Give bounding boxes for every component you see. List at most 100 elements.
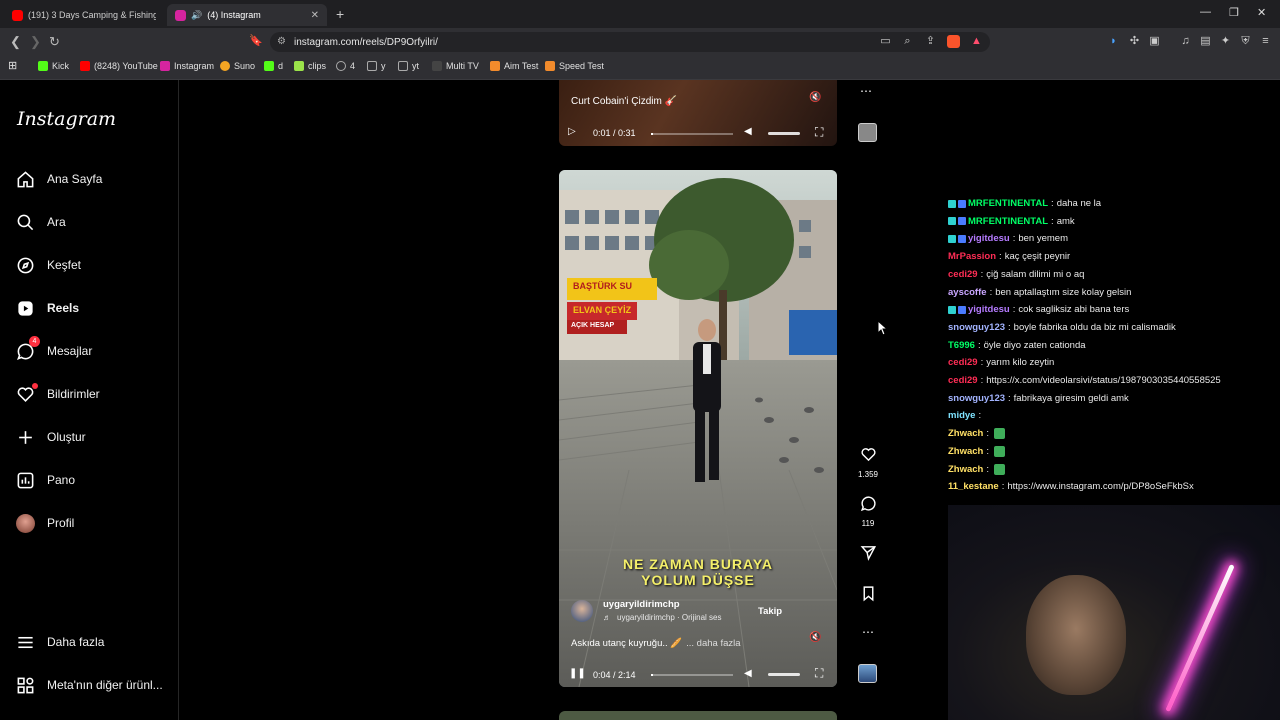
- minimize-icon[interactable]: —: [1200, 6, 1211, 18]
- audio-thumbnail[interactable]: [858, 123, 877, 142]
- bookmark-folder-y[interactable]: y: [367, 61, 386, 71]
- extensions-icon[interactable]: ✣: [1128, 35, 1141, 48]
- chat-username[interactable]: MRFENTINENTAL: [968, 216, 1048, 227]
- zoom-icon[interactable]: ⌕: [901, 35, 914, 48]
- chat-username[interactable]: midye: [948, 410, 975, 421]
- bookmark-icon[interactable]: 🔖: [249, 34, 263, 47]
- chat-username[interactable]: 11_kestane: [948, 481, 999, 492]
- wallet2-icon[interactable]: ▤: [1199, 35, 1212, 48]
- rewards-icon[interactable]: ▲: [970, 35, 983, 48]
- leo-icon[interactable]: ✦: [1219, 35, 1232, 48]
- apps-grid-icon[interactable]: ⊞: [8, 59, 17, 72]
- nav-home[interactable]: Ana Sayfa: [16, 167, 102, 191]
- reel-current[interactable]: BAŞTÜRK SU ELVAN ÇEYİZ AÇIK HESAP NE ZAM…: [559, 170, 837, 687]
- cast-icon[interactable]: ▭: [879, 35, 892, 48]
- nav-messages[interactable]: 4 Mesajlar: [16, 336, 92, 363]
- music-icon[interactable]: ♫: [1179, 35, 1192, 48]
- sidebar-icon[interactable]: ▣: [1148, 35, 1161, 48]
- reel-next[interactable]: [559, 711, 837, 720]
- progress-bar[interactable]: [651, 133, 733, 135]
- nav-dashboard[interactable]: Pano: [16, 468, 75, 492]
- tab-youtube[interactable]: (191) 3 Days Camping & Fishing Ala...: [4, 4, 164, 26]
- reel-caption[interactable]: Askıda utanç kuyruğu.. 🥖 ... daha fazla: [571, 638, 741, 649]
- share-button[interactable]: [857, 544, 879, 566]
- fullscreen-icon[interactable]: ⛶: [815, 666, 823, 681]
- new-tab-button[interactable]: +: [336, 6, 344, 22]
- chat-username[interactable]: T6996: [948, 340, 975, 351]
- more-link[interactable]: ... daha fazla: [686, 638, 740, 649]
- nav-explore[interactable]: Keşfet: [16, 253, 81, 277]
- follow-button[interactable]: Takip: [758, 606, 782, 617]
- bookmark-d[interactable]: d: [264, 61, 283, 71]
- audio-thumbnail[interactable]: [858, 664, 877, 683]
- mute-icon[interactable]: 🔇: [809, 632, 821, 643]
- volume-icon[interactable]: ◀: [744, 668, 752, 679]
- bookmark-suno[interactable]: Suno: [220, 61, 255, 71]
- forward-icon[interactable]: ❯: [30, 34, 41, 50]
- fullscreen-icon[interactable]: ⛶: [815, 125, 823, 140]
- chat-username[interactable]: cedi29: [948, 357, 978, 368]
- nav-more[interactable]: Daha fazla: [16, 630, 104, 654]
- pause-icon[interactable]: ❚❚: [569, 668, 586, 679]
- chat-username[interactable]: cedi29: [948, 375, 978, 386]
- comment-button[interactable]: 119: [857, 495, 879, 528]
- chat-text[interactable]: https://x.com/videolarsivi/status/198790…: [986, 375, 1221, 386]
- author-username[interactable]: uygaryildirimchp: [603, 599, 680, 610]
- maximize-icon[interactable]: ❐: [1229, 6, 1239, 19]
- bookmark-aimtest[interactable]: Aim Test: [490, 61, 538, 71]
- menu-icon[interactable]: ≡: [1259, 35, 1272, 48]
- badge-icon: [958, 217, 966, 226]
- audio-info[interactable]: ♬ uygaryildirimchp · Orijinal ses: [603, 613, 721, 622]
- volume-slider[interactable]: [768, 132, 800, 135]
- chat-username[interactable]: snowguy123: [948, 393, 1005, 404]
- chat-username[interactable]: ayscoffe: [948, 287, 987, 298]
- chat-message: yigitdesu: cok sagliksiz abi bana ters: [948, 304, 1129, 315]
- nav-reels[interactable]: Reels: [16, 296, 79, 320]
- site-info-icon[interactable]: ⚙: [277, 36, 286, 47]
- reel-previous[interactable]: Curt Cobain'i Çizdim 🎸 🔇 ▷ 0:01 / 0:31 ◀…: [559, 80, 837, 146]
- chat-username[interactable]: MRFENTINENTAL: [968, 198, 1048, 209]
- bookmark-clips[interactable]: clips: [294, 61, 326, 71]
- bookmark-speedtest[interactable]: Speed Test: [545, 61, 604, 71]
- chat-username[interactable]: Zhwach: [948, 428, 983, 439]
- more-options-icon[interactable]: ⋯: [860, 84, 872, 98]
- chat-username[interactable]: yigitdesu: [968, 304, 1010, 315]
- mute-icon[interactable]: 🔇: [809, 92, 821, 103]
- close-icon[interactable]: ✕: [311, 10, 319, 21]
- back-icon[interactable]: ❮: [10, 34, 21, 50]
- nav-create[interactable]: Oluştur: [16, 425, 86, 449]
- volume-slider[interactable]: [768, 673, 800, 676]
- bookmark-instagram[interactable]: Instagram: [160, 61, 214, 71]
- play-icon[interactable]: ▷: [568, 126, 576, 137]
- chat-username[interactable]: Zhwach: [948, 464, 983, 475]
- bookmark-4[interactable]: 4: [336, 61, 355, 71]
- tab-instagram[interactable]: 🔊 (4) Instagram ✕: [167, 4, 327, 26]
- chat-username[interactable]: MrPassion: [948, 251, 996, 262]
- nav-search[interactable]: Ara: [16, 210, 66, 234]
- chat-text[interactable]: https://www.instagram.com/p/DP8oSeFkbSx: [1007, 481, 1193, 492]
- bookmark-multitv[interactable]: Multi TV: [432, 61, 479, 71]
- bookmark-kick[interactable]: Kick: [38, 61, 69, 71]
- progress-bar[interactable]: [651, 674, 733, 676]
- bookmark-folder-yt[interactable]: yt: [398, 61, 419, 71]
- like-button[interactable]: 1.359: [857, 446, 879, 479]
- chat-username[interactable]: snowguy123: [948, 322, 1005, 333]
- bookmark-youtube[interactable]: (8248) YouTube: [80, 61, 158, 71]
- instagram-logo[interactable]: Instagram: [17, 108, 116, 130]
- share-icon[interactable]: ⇪: [924, 35, 937, 48]
- chat-username[interactable]: yigitdesu: [968, 233, 1010, 244]
- reload-icon[interactable]: ↻: [49, 34, 60, 50]
- wallet-icon[interactable]: ◗: [1107, 35, 1120, 48]
- more-options-icon[interactable]: ⋯: [857, 625, 879, 639]
- volume-icon[interactable]: ◀: [744, 126, 752, 137]
- nav-meta-apps[interactable]: Meta'nın diğer ürünl...: [16, 673, 163, 697]
- nav-notifications[interactable]: Bildirimler: [16, 382, 100, 406]
- brave-shield-icon[interactable]: [947, 35, 960, 48]
- close-window-icon[interactable]: ✕: [1257, 6, 1266, 19]
- chat-username[interactable]: cedi29: [948, 269, 978, 280]
- save-button[interactable]: [857, 585, 879, 607]
- chat-username[interactable]: Zhwach: [948, 446, 983, 457]
- nav-profile[interactable]: Profil: [16, 511, 74, 535]
- author-avatar[interactable]: [571, 600, 593, 622]
- vpn-icon[interactable]: ⛨: [1239, 35, 1252, 48]
